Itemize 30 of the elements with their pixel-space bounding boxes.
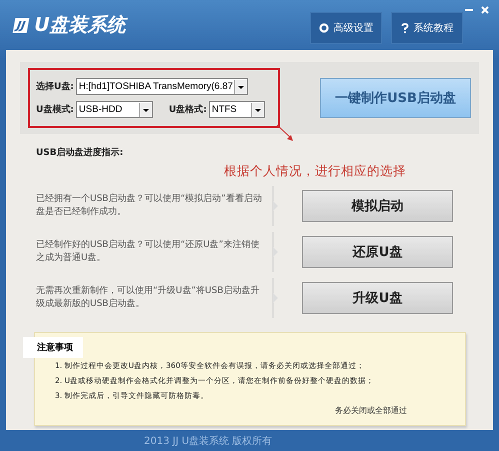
action-button[interactable]: 还原U盘 <box>302 236 453 268</box>
annotation-arrow <box>276 124 296 144</box>
drive-dropdown[interactable]: H:[hd1]TOSHIBA TransMemory(6.87 <box>76 78 248 95</box>
toolbar-button[interactable]: 系统教程 <box>391 12 463 44</box>
question-mark-icon <box>400 22 408 34</box>
copyright-text: 2013 JJ U盘装系统 版权所有 <box>144 434 274 448</box>
action-description: 已经制作好的USB启动盘？可以使用“还原U盘”来注销使之成为普通U盘。 <box>36 238 260 265</box>
window-title: U盘装系统 <box>34 13 126 38</box>
action-description: 无需再次重新制作，可以使用“升级U盘”将USB启动盘升级成最新版的USB启动盘。 <box>36 284 260 311</box>
action-button[interactable]: 升级U盘 <box>302 282 453 314</box>
gear-icon <box>318 23 328 33</box>
annotation-text: 根据个人情况，进行相应的选择 <box>224 163 406 180</box>
notes-title: 注意事项 <box>23 337 83 358</box>
separator-arrow-icon <box>272 278 280 318</box>
separator-arrow-icon <box>272 186 280 226</box>
action-button[interactable]: 模拟启动 <box>302 190 453 222</box>
progress-label: USB启动盘进度指示: <box>36 146 124 159</box>
overlay-text: 务必关闭或全部通过 <box>335 405 407 416</box>
logo-mark: JJ <box>12 18 30 32</box>
minimize-icon[interactable] <box>465 8 473 12</box>
mode-dropdown[interactable]: USB-HDD <box>76 101 153 118</box>
close-icon[interactable] <box>481 6 489 14</box>
field-label: 选择U盘: <box>36 80 74 93</box>
make-boot-disk-button[interactable]: 一键制作USB启动盘 <box>320 78 471 118</box>
field-label: U盘模式: <box>36 103 74 116</box>
format-dropdown[interactable]: NTFS <box>208 101 265 118</box>
field-label: U盘格式: <box>168 103 207 116</box>
separator-arrow-icon <box>272 232 280 272</box>
action-description: 已经拥有一个USB启动盘？可以使用“模拟启动”看看启动盘是否已经制作成功。 <box>36 192 263 219</box>
toolbar-button[interactable]: 高级设置 <box>310 12 382 44</box>
